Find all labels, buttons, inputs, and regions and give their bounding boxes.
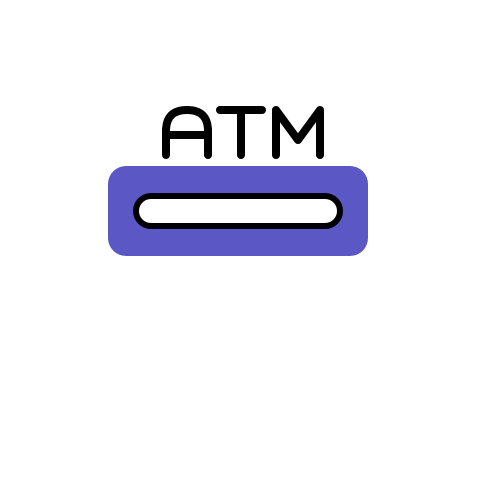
letter-t	[216, 106, 266, 159]
icon-canvas	[0, 0, 500, 500]
atm-label-lettering	[162, 106, 324, 159]
card-slot	[133, 193, 343, 229]
atm-card-slot-icon	[108, 106, 368, 256]
letter-m	[272, 106, 324, 159]
letter-a	[162, 106, 212, 159]
